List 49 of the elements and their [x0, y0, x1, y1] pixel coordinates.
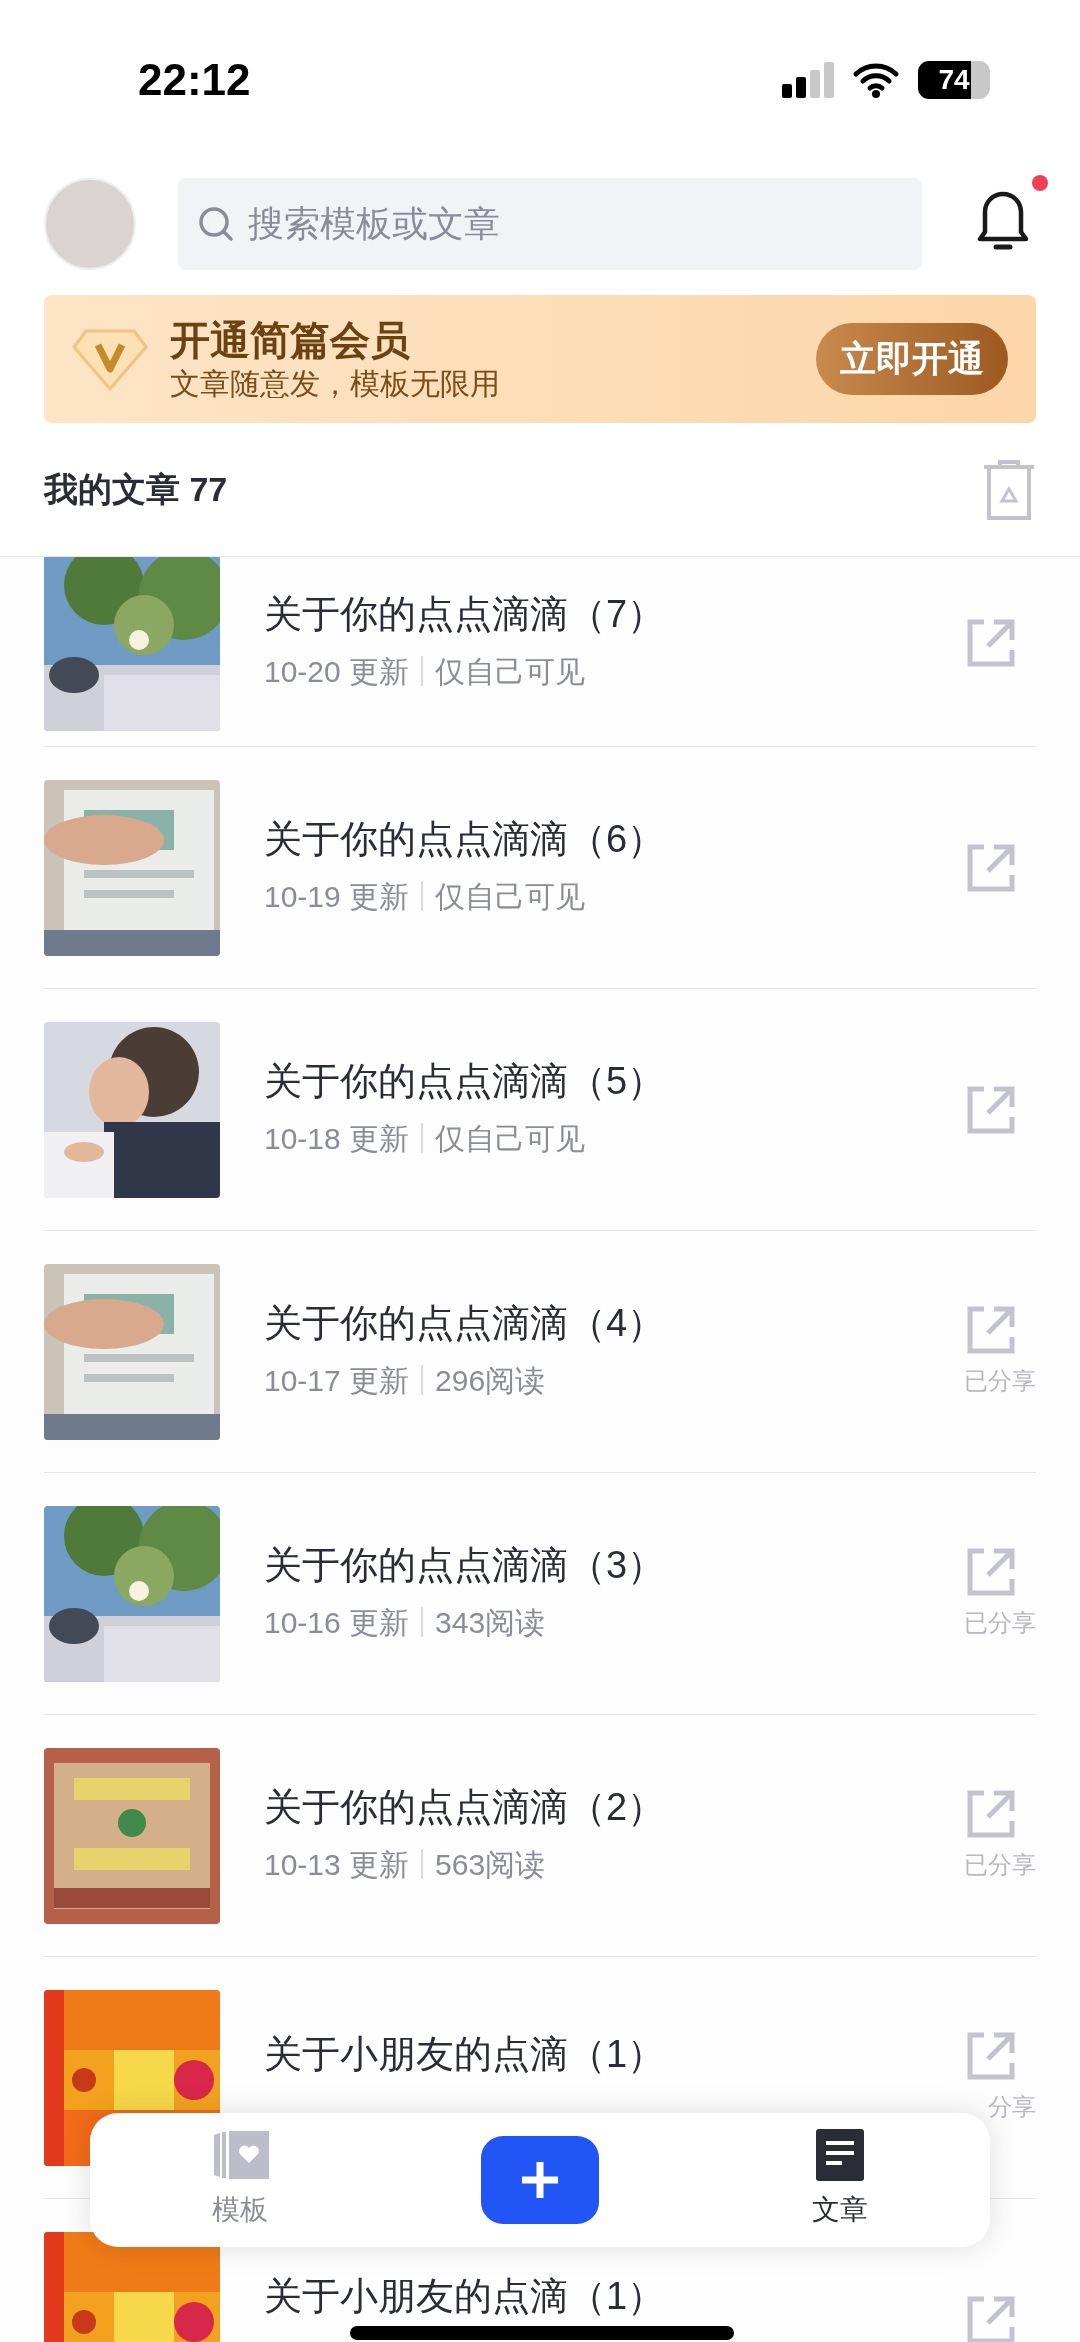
wifi-icon [852, 62, 900, 98]
article-title[interactable]: 关于你的点点滴滴（7） [264, 591, 666, 639]
section-title: 我的文章 77 [44, 469, 228, 510]
article-date: 10-17 更新 [264, 1362, 410, 1399]
share-icon[interactable] [966, 2030, 1016, 2081]
share-icon[interactable] [966, 1084, 1016, 1135]
share-icon[interactable] [966, 1546, 1016, 1597]
add-button[interactable] [481, 2136, 599, 2224]
share-icon[interactable] [966, 1304, 1016, 1355]
activate-button[interactable]: 立即开通 [816, 323, 1008, 395]
battery-level: 74 [938, 66, 970, 94]
article-info: 343阅读 [435, 1604, 546, 1641]
article-info: 563阅读 [435, 1846, 546, 1883]
nav-tab[interactable]: 文章 [779, 2129, 900, 2231]
trash-icon[interactable] [982, 458, 1036, 521]
shared-label: 已分享 [964, 1607, 1036, 1638]
share-icon[interactable] [966, 2294, 1016, 2342]
diamond-icon [72, 327, 148, 391]
banner-subtitle: 文章随意发，模板无限用 [170, 366, 501, 403]
signal-icon [782, 62, 834, 98]
document-icon [815, 2129, 864, 2181]
notification-bell-icon[interactable] [976, 189, 1030, 253]
article-title[interactable]: 关于你的点点滴滴（2） [264, 1784, 666, 1832]
membership-banner[interactable]: 开通简篇会员 文章随意发，模板无限用 立即开通 [44, 295, 1036, 423]
article-title[interactable]: 关于你的点点滴滴（3） [264, 1542, 666, 1590]
shared-label: 已分享 [964, 1365, 1036, 1396]
banner-title: 开通简篇会员 [170, 317, 411, 365]
article-title[interactable]: 关于你的点点滴滴（6） [264, 816, 666, 864]
share-icon[interactable] [966, 1788, 1016, 1839]
shared-label: 分享 [988, 2091, 1036, 2122]
article-info: 296阅读 [435, 1362, 546, 1399]
share-icon[interactable] [966, 617, 1016, 668]
article-info: 仅自己可见 [435, 1120, 586, 1157]
article-title[interactable]: 关于你的点点滴滴（4） [264, 1300, 666, 1348]
article-date: 10-13 更新 [264, 1846, 410, 1883]
article-date: 10-18 更新 [264, 1120, 410, 1157]
shared-label: 已分享 [964, 1849, 1036, 1880]
article-title[interactable]: 关于小朋友的点滴（1） [264, 2272, 666, 2321]
article-date: 10-20 更新 [264, 653, 410, 690]
status-time: 22:12 [138, 54, 251, 106]
article-title[interactable]: 关于小朋友的点滴（1） [264, 2030, 666, 2079]
article-title[interactable]: 关于你的点点滴滴（5） [264, 1058, 666, 1106]
article-date: 10-16 更新 [264, 1604, 410, 1641]
share-icon[interactable] [966, 842, 1016, 893]
search-icon [198, 206, 234, 242]
article-info: 仅自己可见 [435, 653, 586, 690]
article-info: 仅自己可见 [435, 878, 586, 915]
article-date: 10-19 更新 [264, 878, 410, 915]
search-placeholder: 搜索模板或文章 [248, 202, 500, 246]
